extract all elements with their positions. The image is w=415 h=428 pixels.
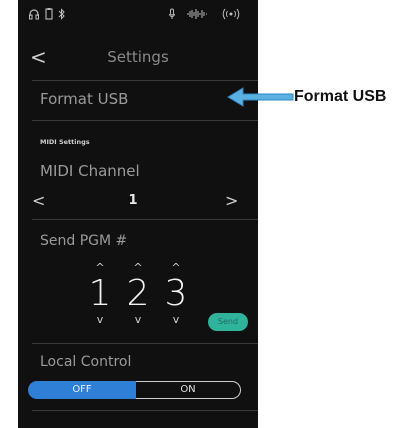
local-control-on-option[interactable]: ON	[136, 381, 241, 399]
audio-level-icon	[186, 8, 208, 28]
midi-channel-prev-button[interactable]: <	[32, 191, 45, 210]
divider	[32, 219, 258, 220]
local-control-toggle: OFF ON	[28, 381, 241, 399]
nav-bar: < Settings	[18, 40, 258, 76]
midi-settings-header: MIDI Settings	[40, 138, 90, 146]
pgm-digit-2-value: 2	[126, 273, 150, 314]
pgm-digit-1-down-button[interactable]: v	[87, 314, 113, 326]
pgm-digit-3-down-button[interactable]: v	[163, 314, 189, 326]
wireless-icon	[222, 8, 240, 28]
headphones-icon	[28, 8, 40, 28]
usb-icon	[44, 8, 54, 28]
pgm-digit-3-value: 3	[164, 273, 188, 314]
pgm-digit-1-value: 1	[88, 273, 112, 314]
format-usb-label: Format USB	[40, 90, 129, 108]
page-title: Settings	[107, 48, 169, 66]
pgm-digit-1: ^ 1 v	[87, 262, 113, 326]
midi-channel-next-button[interactable]: >	[225, 191, 238, 210]
bluetooth-icon	[58, 8, 66, 28]
midi-channel-row: MIDI Channel	[18, 152, 258, 218]
divider	[32, 343, 258, 344]
microphone-icon	[168, 8, 176, 28]
callout-arrow-icon	[227, 87, 294, 107]
status-bar	[18, 8, 258, 28]
format-usb-row[interactable]: Format USB	[18, 82, 258, 120]
divider	[32, 410, 258, 411]
send-pgm-label: Send PGM #	[40, 233, 128, 249]
midi-channel-label: MIDI Channel	[40, 162, 140, 180]
callout-label: Format USB	[294, 88, 387, 105]
midi-channel-value: 1	[128, 193, 138, 208]
local-control-label: Local Control	[40, 354, 132, 370]
pgm-digit-2: ^ 2 v	[125, 262, 151, 326]
pgm-digit-2-down-button[interactable]: v	[125, 314, 151, 326]
pgm-digit-3: ^ 3 v	[163, 262, 189, 326]
send-button[interactable]: Send	[208, 313, 248, 331]
device-screen: < Settings Format USB MIDI Settings MIDI…	[18, 0, 258, 428]
divider	[32, 120, 258, 121]
divider	[32, 80, 258, 81]
local-control-off-option[interactable]: OFF	[28, 381, 136, 399]
